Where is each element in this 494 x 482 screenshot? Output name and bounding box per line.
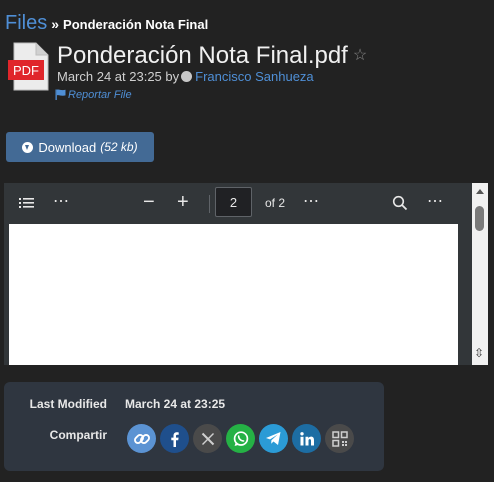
breadcrumb: Files» Ponderación Nota Final bbox=[5, 12, 208, 35]
star-outline-icon[interactable]: ☆ bbox=[353, 47, 367, 64]
more-horizontal-icon[interactable]: ⋯ bbox=[303, 194, 319, 210]
scroll-thumb[interactable] bbox=[475, 206, 484, 231]
whatsapp-icon[interactable] bbox=[226, 424, 255, 453]
report-file-link[interactable]: Reportar File bbox=[55, 89, 132, 101]
file-title-text: Ponderación Nota Final.pdf bbox=[57, 42, 348, 69]
pdf-file-icon: PDF bbox=[8, 42, 49, 91]
last-modified-value: March 24 at 23:25 bbox=[125, 397, 226, 411]
pdf-viewer: ⋯ − + 2 of 2 ⋯ ⋯ ⇳ bbox=[4, 183, 488, 365]
author-avatar bbox=[181, 71, 193, 82]
file-by: by bbox=[165, 69, 180, 84]
file-header: PDF Ponderación Nota Final.pdf ☆ March 24… bbox=[8, 42, 488, 108]
more-horizontal-icon[interactable]: ⋯ bbox=[53, 194, 69, 210]
qr-code-icon[interactable] bbox=[325, 424, 354, 453]
file-details-card: Last Modified March 24 at 23:25 Comparti… bbox=[4, 382, 384, 471]
x-twitter-icon[interactable] bbox=[193, 424, 222, 453]
download-size: (52 kb) bbox=[100, 140, 138, 154]
file-date: March 24 at 23:25 bbox=[57, 69, 162, 84]
linkedin-icon[interactable] bbox=[292, 424, 321, 453]
resize-grip-icon[interactable]: ⇳ bbox=[474, 346, 484, 360]
facebook-icon[interactable] bbox=[160, 424, 189, 453]
breadcrumb-separator: » bbox=[51, 16, 60, 32]
file-title: Ponderación Nota Final.pdf ☆ bbox=[57, 42, 367, 70]
last-modified-label: Last Modified bbox=[29, 397, 107, 411]
toolbar-divider bbox=[209, 195, 210, 213]
breadcrumb-current: Ponderación Nota Final bbox=[63, 17, 209, 32]
scroll-up-arrow-icon[interactable] bbox=[476, 189, 484, 194]
zoom-out-icon[interactable]: − bbox=[143, 192, 155, 212]
pdf-page bbox=[9, 224, 458, 365]
report-file-label: Reportar File bbox=[68, 89, 132, 101]
page-number-input[interactable]: 2 bbox=[215, 187, 252, 217]
breadcrumb-files-link[interactable]: Files bbox=[5, 12, 47, 34]
file-meta: March 24 at 23:25 by Francisco Sanhueza bbox=[57, 69, 314, 84]
download-icon bbox=[22, 141, 34, 153]
download-button[interactable]: Download (52 kb) bbox=[6, 132, 154, 162]
scrollbar[interactable]: ⇳ bbox=[472, 183, 488, 365]
more-options-icon[interactable]: ⋯ bbox=[427, 194, 443, 210]
page-count: of 2 bbox=[265, 196, 286, 210]
pdf-icon-label: PDF bbox=[13, 63, 39, 78]
copy-link-icon[interactable] bbox=[127, 424, 156, 453]
zoom-in-icon[interactable]: + bbox=[177, 192, 189, 212]
author-link[interactable]: Francisco Sanhueza bbox=[195, 69, 314, 84]
pdf-viewer-toolbar: ⋯ − + 2 of 2 ⋯ ⋯ bbox=[4, 183, 470, 223]
flag-icon bbox=[55, 89, 66, 100]
search-icon[interactable] bbox=[392, 195, 408, 211]
share-label: Compartir bbox=[49, 428, 107, 442]
telegram-icon[interactable] bbox=[259, 424, 288, 453]
download-label: Download bbox=[38, 139, 97, 155]
outline-icon[interactable] bbox=[18, 195, 36, 211]
